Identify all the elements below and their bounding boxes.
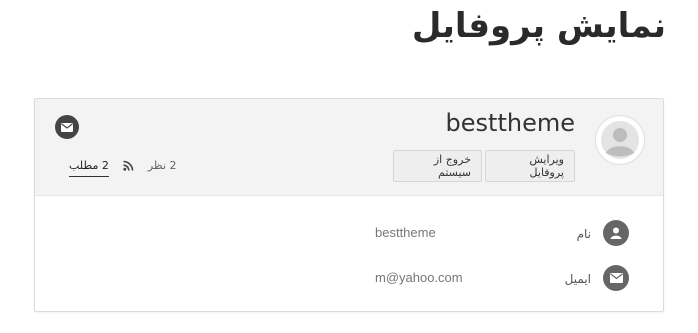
profile-stats: 2 مطلب 2 نظر: [69, 155, 177, 177]
email-label: ایمیل: [564, 272, 591, 286]
email-value[interactable]: m@yahoo.com: [375, 270, 463, 285]
envelope-icon[interactable]: [55, 115, 79, 139]
edit-profile-button[interactable]: ویرایش پروفایل: [485, 150, 575, 182]
user-avatar-icon[interactable]: [595, 115, 645, 165]
tab-comments[interactable]: 2 نظر: [148, 159, 177, 172]
rss-icon[interactable]: [123, 160, 134, 171]
envelope-icon: [603, 265, 629, 291]
name-value: besttheme: [375, 225, 436, 240]
info-row-name: نام besttheme: [35, 220, 663, 250]
page-title: نمایش پروفایل: [411, 6, 666, 46]
profile-header: besttheme ویرایش پروفایل خروج از سیستم 2…: [35, 99, 663, 196]
comments-count: 2 نظر: [147, 158, 177, 172]
name-label: نام: [576, 227, 591, 241]
tab-posts[interactable]: 2 مطلب: [69, 159, 109, 177]
posts-count: 2 مطلب: [69, 159, 109, 172]
user-icon: [603, 220, 629, 246]
profile-card: besttheme ویرایش پروفایل خروج از سیستم 2…: [34, 98, 664, 312]
profile-username: besttheme: [445, 109, 575, 137]
info-row-email: ایمیل m@yahoo.com: [35, 265, 663, 295]
logout-button[interactable]: خروج از سیستم: [393, 150, 482, 182]
